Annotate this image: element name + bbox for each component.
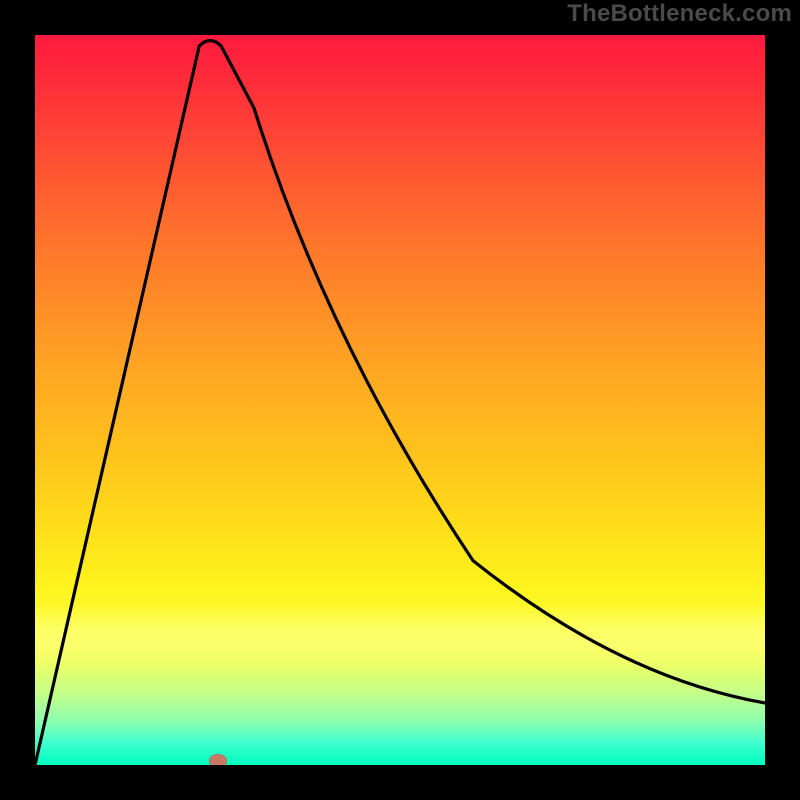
plot-area xyxy=(35,35,765,765)
bottleneck-curve xyxy=(35,35,765,765)
chart-frame: TheBottleneck.com xyxy=(0,0,800,800)
vertex-marker xyxy=(209,754,227,765)
curve-path xyxy=(35,40,765,765)
watermark-text: TheBottleneck.com xyxy=(567,0,792,28)
